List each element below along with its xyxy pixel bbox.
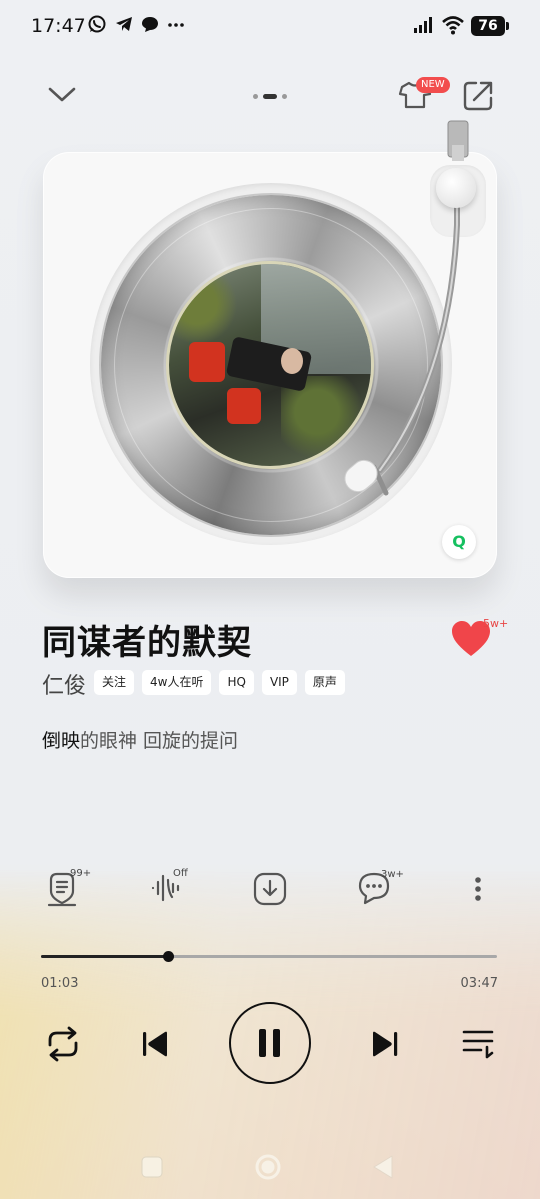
comments-badge: 99+ bbox=[70, 868, 92, 879]
album-chair bbox=[227, 388, 261, 424]
signal-icon bbox=[414, 17, 432, 33]
vip-tag[interactable]: VIP bbox=[261, 670, 297, 695]
song-tags: 关注 4w人在听 HQ VIP 原声 bbox=[94, 670, 345, 695]
whatsapp-icon bbox=[88, 15, 106, 33]
comment-count-badge: 3w+ bbox=[381, 869, 404, 880]
download-icon[interactable] bbox=[253, 872, 287, 906]
tonearm-pivot bbox=[436, 168, 476, 208]
page-dot bbox=[282, 94, 287, 99]
current-lyric[interactable]: 倒映的眼神 回旋的提问 bbox=[42, 726, 238, 753]
back-icon[interactable] bbox=[371, 1154, 395, 1180]
system-nav-bar bbox=[0, 1140, 540, 1190]
status-time: 17:47 bbox=[31, 15, 86, 37]
lyric-highlight: 倒映 bbox=[42, 730, 81, 752]
original-tag[interactable]: 原声 bbox=[304, 670, 345, 695]
chevron-down-icon[interactable] bbox=[47, 84, 77, 106]
pause-button[interactable] bbox=[229, 1002, 311, 1084]
playlist-icon[interactable] bbox=[461, 1028, 495, 1060]
wifi-icon bbox=[442, 16, 464, 35]
status-bar: 17:47 76 bbox=[0, 0, 540, 52]
next-icon[interactable] bbox=[370, 1029, 400, 1059]
message-icon bbox=[142, 17, 158, 32]
more-vertical-icon[interactable] bbox=[472, 876, 484, 902]
hq-tag[interactable]: HQ bbox=[219, 670, 254, 695]
tonearm bbox=[344, 120, 469, 496]
listeners-tag: 4w人在听 bbox=[142, 670, 212, 695]
repeat-icon[interactable] bbox=[44, 1026, 82, 1062]
artist-name[interactable]: 仁俊 bbox=[42, 668, 86, 700]
elapsed-time: 01:03 bbox=[41, 976, 79, 991]
recents-icon[interactable] bbox=[141, 1156, 163, 1178]
follow-tag[interactable]: 关注 bbox=[94, 670, 135, 695]
share-icon[interactable] bbox=[461, 79, 495, 113]
pause-icon bbox=[259, 1029, 280, 1057]
page-dot-active bbox=[263, 94, 277, 99]
like-count: 5w+ bbox=[483, 617, 509, 630]
page-indicator bbox=[253, 93, 293, 99]
song-title: 同谋者的默契 bbox=[42, 623, 252, 663]
total-time: 03:47 bbox=[460, 976, 498, 991]
telegram-icon bbox=[116, 17, 132, 31]
album-face bbox=[281, 348, 303, 374]
page-dot bbox=[253, 94, 258, 99]
home-icon[interactable] bbox=[254, 1153, 282, 1181]
sound-effect-badge: Off bbox=[173, 868, 188, 879]
previous-icon[interactable] bbox=[140, 1029, 170, 1059]
battery-icon: 76 bbox=[471, 16, 509, 36]
album-chair bbox=[189, 342, 225, 382]
more-dots-icon bbox=[168, 23, 184, 27]
progress-fill bbox=[41, 955, 168, 958]
qq-music-badge[interactable]: Q bbox=[442, 525, 476, 559]
lyric-rest: 的眼神 回旋的提问 bbox=[80, 730, 239, 752]
new-badge: NEW bbox=[416, 77, 450, 93]
progress-knob[interactable] bbox=[163, 951, 174, 962]
